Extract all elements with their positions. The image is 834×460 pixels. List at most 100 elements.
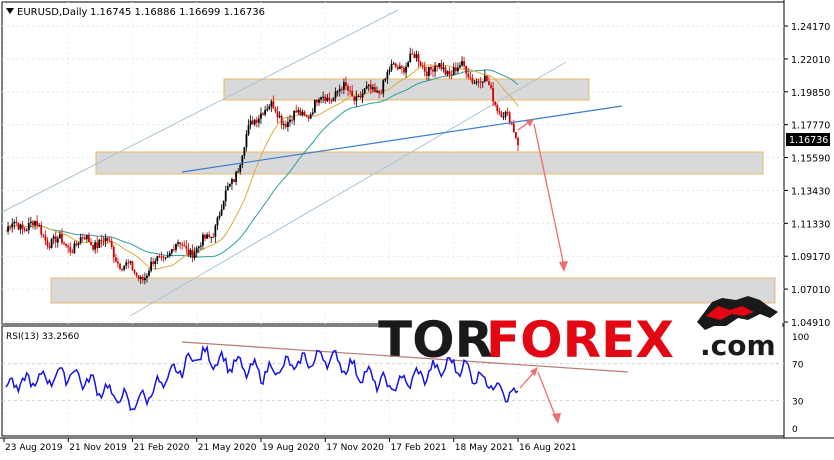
candle-body: [357, 95, 360, 97]
candle-body: [295, 110, 298, 113]
price-axis: 1.24170 1.22010 1.19850 1.17770 1.15590 1.134…: [784, 22, 830, 329]
candle-body: [38, 224, 41, 226]
candle-body: [293, 110, 296, 121]
candle-body: [463, 61, 466, 66]
candle-body: [504, 111, 507, 117]
candle-body: [73, 243, 76, 253]
candle-body: [19, 224, 22, 230]
candle-body: [156, 256, 159, 261]
candle-body: [272, 101, 275, 109]
candle-body: [152, 261, 155, 265]
candle-body: [461, 61, 463, 66]
candle-body: [454, 67, 457, 72]
candle-body: [117, 261, 119, 264]
candle-body: [264, 110, 267, 115]
candle-body: [309, 114, 312, 119]
candle-body: [517, 138, 519, 146]
candle-body: [388, 69, 391, 72]
candle-body: [212, 236, 215, 238]
candle-body: [336, 91, 339, 93]
candle-body: [233, 179, 235, 182]
chart-window[interactable]: 1.24170 1.22010 1.19850 1.17770 1.15590 1.134…: [0, 0, 834, 456]
candle-body: [129, 261, 132, 263]
candle-body: [204, 234, 206, 239]
candle-body: [17, 222, 20, 230]
forecast-arrows: [517, 119, 568, 272]
candle-body: [81, 237, 84, 239]
rsi-grid: [2, 363, 784, 401]
candle-body: [175, 243, 177, 250]
candle-body: [162, 256, 165, 258]
candle-body: [125, 262, 128, 266]
candle-body: [467, 73, 470, 78]
candle-body: [347, 85, 349, 91]
candle-body: [415, 54, 418, 58]
candle-body: [287, 122, 289, 128]
candle-body: [274, 108, 277, 112]
candle-body: [268, 106, 271, 109]
candle-body: [421, 65, 424, 67]
time-tick-label: 21 May 2020: [198, 443, 257, 453]
time-tick-label: 19 Aug 2020: [262, 443, 320, 453]
candle-body: [52, 236, 55, 239]
candle-body: [191, 249, 194, 258]
candle-body: [40, 224, 43, 235]
candle-body: [500, 112, 503, 118]
candle-body: [88, 235, 90, 243]
candle-body: [61, 233, 63, 243]
candle-body: [322, 96, 325, 98]
price-tick-label: 1.07010: [791, 285, 830, 296]
candle-body: [262, 113, 264, 115]
candle-body: [226, 186, 229, 191]
price-tick-label: 1.19850: [791, 88, 830, 99]
candle-body: [311, 112, 314, 115]
candle-body: [270, 101, 273, 107]
channel-upper-line[interactable]: [1, 9, 399, 213]
candle-body: [48, 245, 51, 248]
candle-body: [498, 111, 501, 113]
candle-body: [32, 221, 34, 226]
time-tick-label: 23 Aug 2019: [5, 443, 63, 453]
candle-body: [502, 116, 505, 118]
candle-body: [380, 93, 383, 95]
candle-body: [92, 244, 94, 250]
candle-body: [210, 236, 213, 238]
candle-body: [168, 253, 171, 256]
ohlc-label: 1.16745 1.16886 1.16699 1.16736: [90, 7, 265, 18]
price-tick-label: 1.13430: [791, 186, 830, 197]
candle-body: [249, 120, 252, 126]
candle-body: [160, 256, 163, 258]
candle-body: [365, 86, 368, 89]
candle-body: [21, 224, 24, 229]
candle-body: [434, 66, 436, 72]
time-tick-label: 18 May 2021: [455, 443, 514, 453]
triangle-down-icon[interactable]: [6, 8, 14, 14]
candle-body: [158, 256, 161, 258]
chart-canvas[interactable]: 1.24170 1.22010 1.19850 1.17770 1.15590 1.134…: [0, 0, 834, 456]
candle-body: [131, 261, 134, 270]
candle-body: [353, 96, 356, 101]
candle-body: [452, 67, 455, 75]
candle-body: [442, 67, 445, 70]
candle-body: [330, 100, 333, 102]
candle-body: [363, 88, 366, 94]
candle-body: [396, 66, 399, 70]
candle-body: [488, 81, 490, 86]
middle-zone[interactable]: [95, 151, 764, 175]
rsi-label: RSI(13) 33.2560: [6, 332, 79, 342]
candle-body: [243, 147, 246, 156]
price-tick-label: 1.09170: [791, 252, 830, 263]
candle-body: [423, 66, 426, 72]
candle-body: [386, 71, 389, 79]
candle-body: [179, 242, 182, 245]
rsi-forecast-arrows: [519, 367, 561, 424]
candle-body: [208, 234, 211, 237]
candle-body: [413, 54, 416, 58]
candle-body: [85, 235, 88, 240]
candle-body: [173, 249, 175, 251]
candle-body: [222, 201, 225, 210]
candle-body: [351, 90, 354, 97]
candle-body: [328, 97, 331, 101]
candle-body: [94, 242, 97, 250]
candle-body: [241, 155, 244, 166]
